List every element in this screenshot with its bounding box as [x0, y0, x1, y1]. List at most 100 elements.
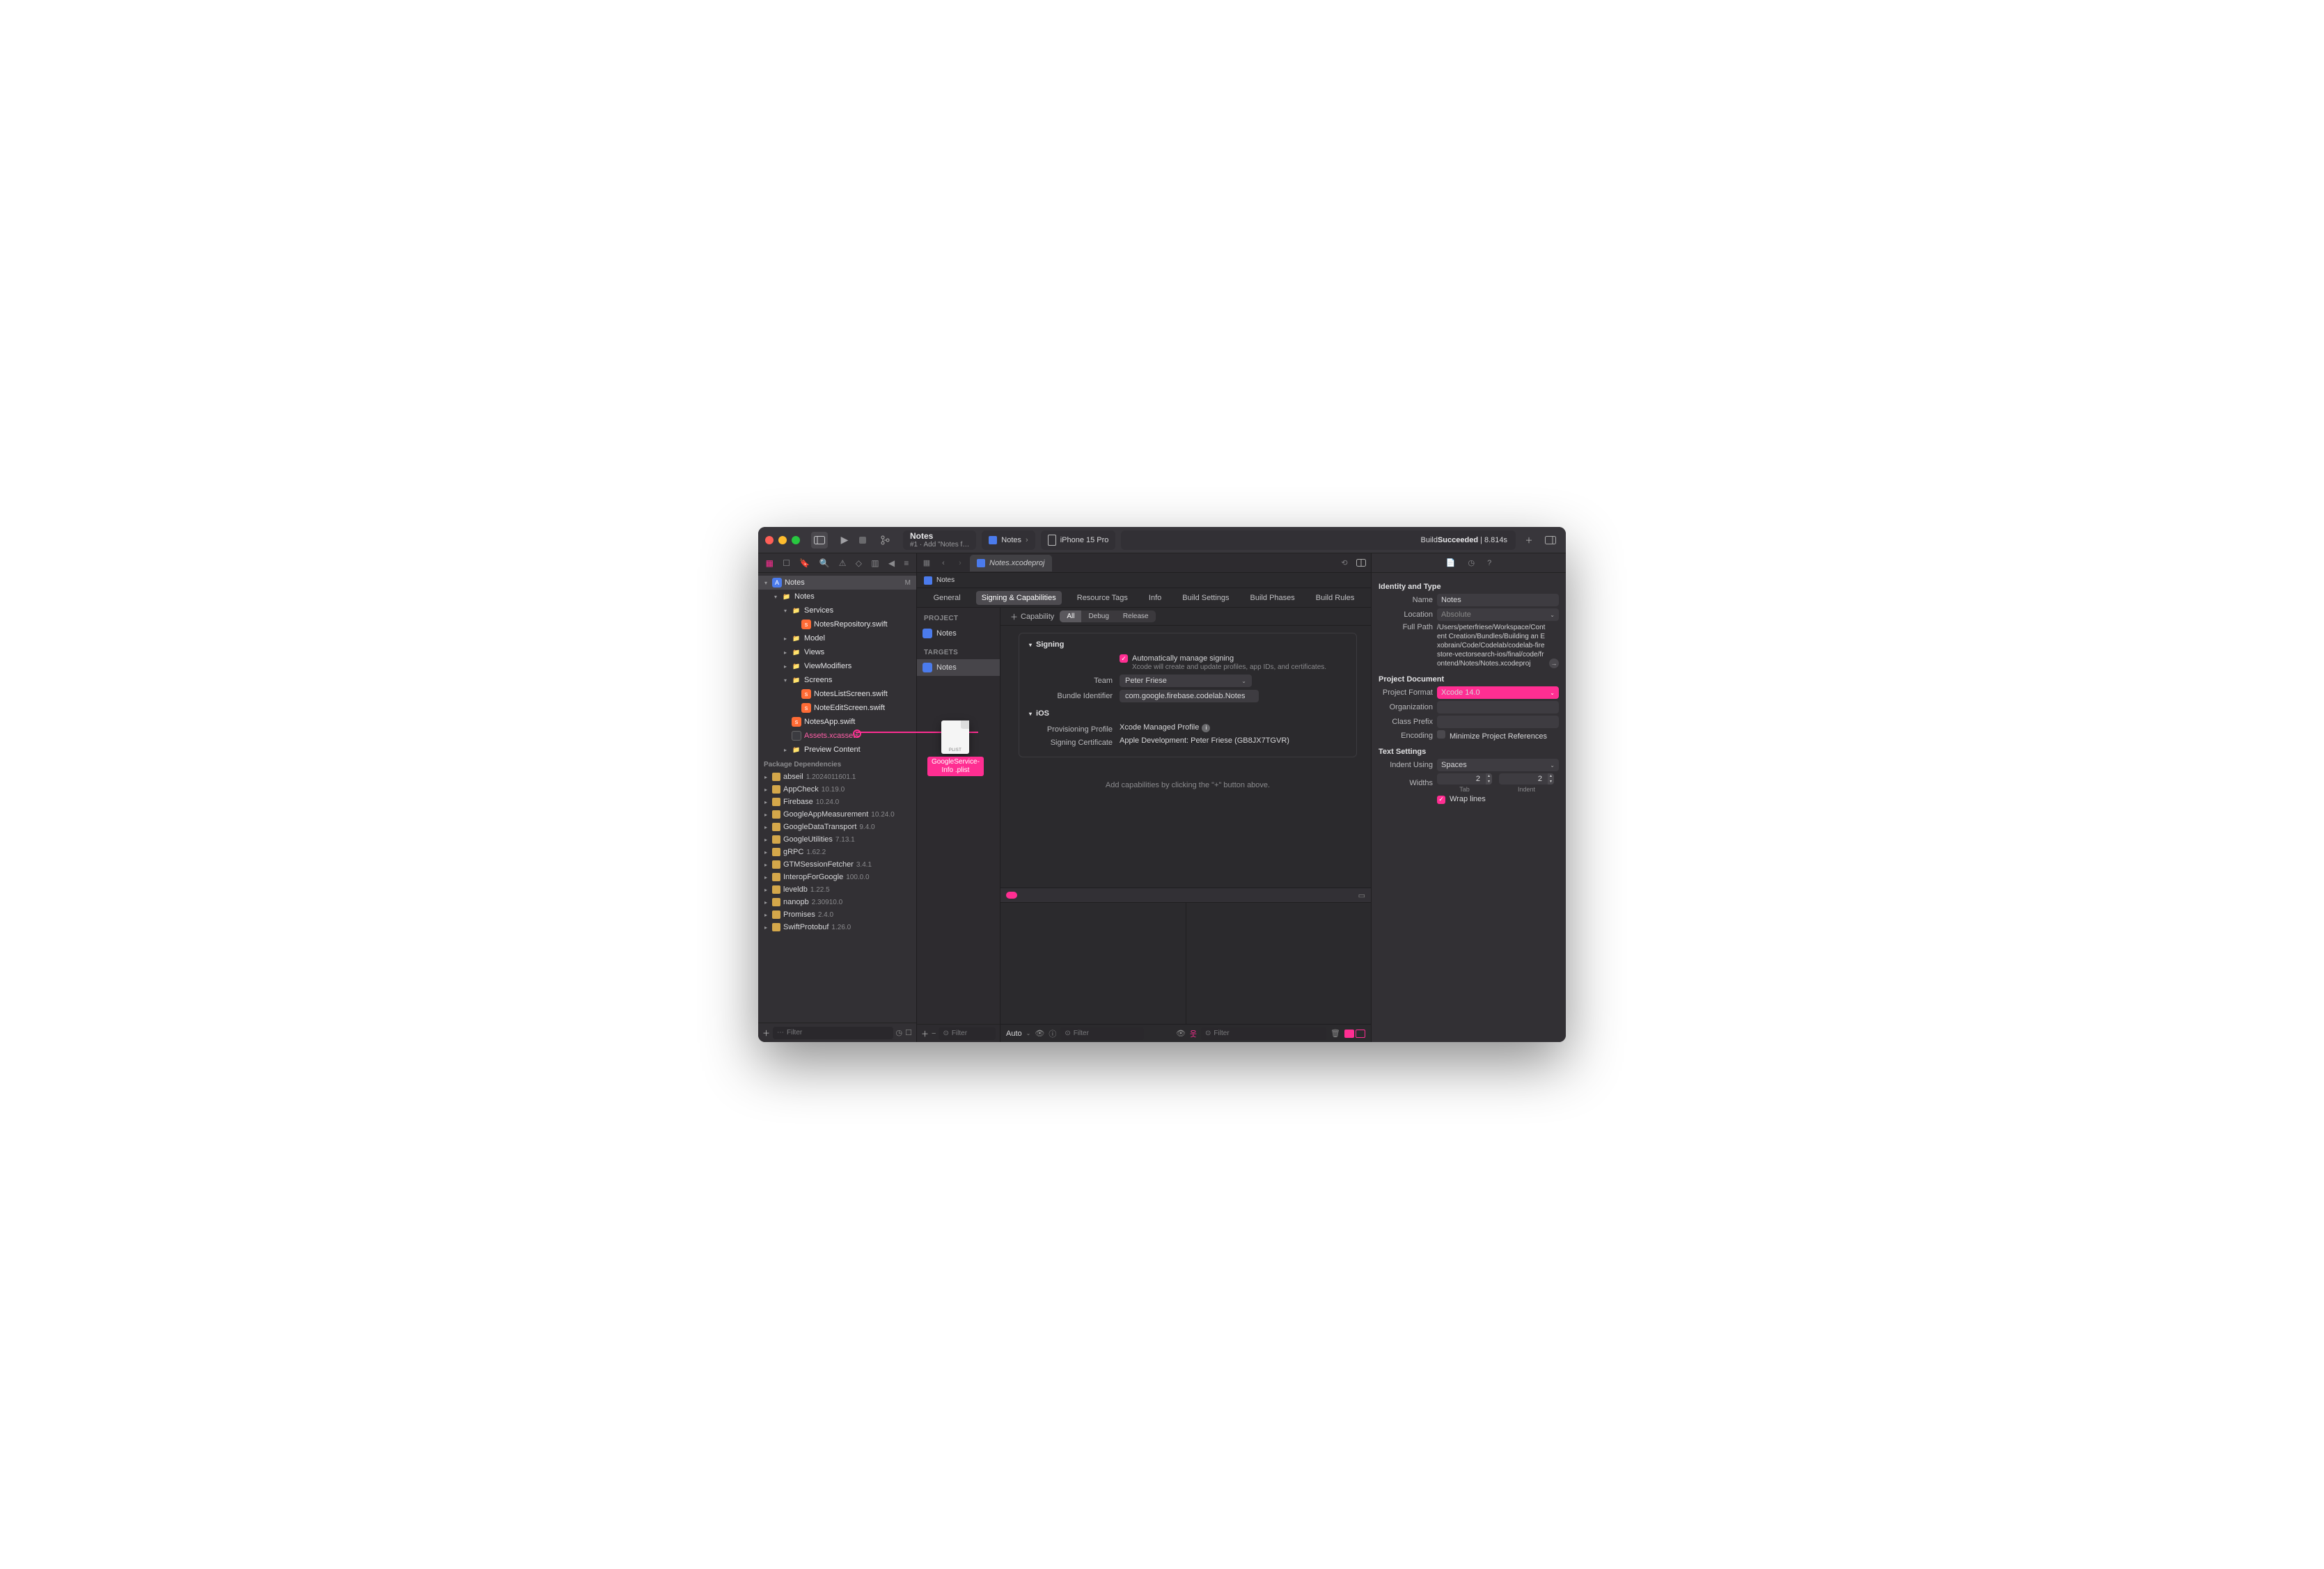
class-prefix-field[interactable] — [1437, 716, 1559, 728]
left-pane-toggle[interactable] — [1344, 1030, 1354, 1038]
project-item[interactable]: Notes — [917, 625, 1000, 642]
target-notes[interactable]: Notes — [917, 659, 1000, 676]
tab-general[interactable]: General — [928, 591, 966, 605]
activity-view[interactable]: Build Succeeded | 8.814s — [1121, 530, 1516, 550]
source-control-navigator-tab[interactable]: ☐ — [783, 558, 790, 568]
file-notes-repository[interactable]: sNotesRepository.swift — [758, 617, 916, 631]
test-navigator-tab[interactable]: ◇ — [856, 558, 862, 568]
seg-debug[interactable]: Debug — [1081, 610, 1115, 622]
toggle-navigator-button[interactable] — [811, 532, 828, 549]
file-assets[interactable]: Assets.xcassets — [758, 729, 916, 743]
add-capability-button[interactable]: ＋Capability — [1010, 611, 1054, 622]
pane-toggle[interactable] — [1344, 1030, 1365, 1038]
tab-signing[interactable]: Signing & Capabilities — [976, 591, 1062, 605]
indent-using-popup[interactable]: Spaces⌄ — [1437, 759, 1559, 771]
back-button[interactable]: ‹ — [936, 556, 950, 570]
jump-bar[interactable]: Notes — [917, 573, 1371, 588]
help-inspector-tab[interactable]: ? — [1487, 559, 1491, 567]
history-inspector-tab[interactable]: ◷ — [1468, 558, 1475, 567]
recent-filter-button[interactable]: ◷ — [896, 1028, 903, 1037]
wrap-lines-checkbox[interactable]: ✓ — [1437, 796, 1445, 804]
package-row[interactable]: ▸abseil 1.2024011601.1 — [758, 771, 916, 783]
debug-navigator-tab[interactable]: ▥ — [871, 558, 879, 568]
info-icon[interactable]: i — [1202, 724, 1210, 732]
tab-info[interactable]: Info — [1143, 591, 1167, 605]
add-editor-button[interactable]: ＋ — [1521, 533, 1537, 548]
people-icon[interactable]: 웃 — [1190, 1028, 1197, 1039]
project-navigator-tab[interactable]: ▦ — [766, 558, 774, 568]
project-format-popup[interactable]: Xcode 14.0⌄ — [1437, 686, 1559, 699]
organization-field[interactable] — [1437, 701, 1559, 713]
report-navigator-tab[interactable]: ≡ — [904, 558, 909, 568]
team-popup[interactable]: Peter Friese⌄ — [1120, 675, 1252, 687]
package-row[interactable]: ▸leveldb 1.22.5 — [758, 883, 916, 896]
bundle-id-field[interactable]: com.google.firebase.codelab.Notes — [1120, 690, 1259, 702]
add-target-button[interactable]: ＋ — [921, 1028, 929, 1039]
stop-button[interactable] — [854, 532, 871, 549]
seg-release[interactable]: Release — [1116, 610, 1156, 622]
tab-build-phases[interactable]: Build Phases — [1245, 591, 1301, 605]
forward-button[interactable]: › — [953, 556, 967, 570]
trash-icon[interactable]: 🗑 — [1330, 1029, 1340, 1038]
tab-build-settings[interactable]: Build Settings — [1177, 591, 1234, 605]
scheme-popup[interactable]: Notes › — [982, 530, 1035, 550]
scheme-selector[interactable]: Notes #1 · Add "Notes f… — [903, 530, 976, 550]
minimize-refs-checkbox[interactable] — [1437, 730, 1445, 739]
console-collapse-icon[interactable]: ▭ — [1358, 891, 1365, 900]
scm-filter-button[interactable]: ☐ — [905, 1028, 912, 1037]
auto-popup[interactable]: Auto — [1006, 1030, 1022, 1038]
tab-width-stepper[interactable]: 2▴▾ — [1437, 773, 1492, 784]
config-segmented-control[interactable]: All Debug Release — [1060, 610, 1155, 622]
ios-subgroup-title[interactable]: ▾iOS — [1029, 709, 1346, 718]
tab-build-rules[interactable]: Build Rules — [1310, 591, 1360, 605]
location-popup[interactable]: Absolute⌄ — [1437, 608, 1559, 621]
console-pane[interactable] — [1186, 903, 1372, 1024]
group-viewmodifiers[interactable]: ▸📁ViewModifiers — [758, 659, 916, 673]
refresh-icon[interactable]: ⟲ — [1337, 556, 1351, 570]
package-row[interactable]: ▸Promises 2.4.0 — [758, 908, 916, 921]
package-row[interactable]: ▸nanopb 2.30910.0 — [758, 896, 916, 908]
info-icon[interactable]: ⓘ — [1049, 1028, 1056, 1039]
package-row[interactable]: ▸GoogleAppMeasurement 10.24.0 — [758, 808, 916, 821]
remove-target-button[interactable]: − — [932, 1030, 936, 1038]
name-field[interactable]: Notes — [1437, 594, 1559, 606]
file-inspector-tab[interactable]: 📄 — [1446, 558, 1456, 567]
reveal-path-button[interactable]: → — [1549, 659, 1559, 668]
add-file-button[interactable]: ＋ — [762, 1027, 770, 1039]
console-filter-field[interactable]: ⊙Filter — [1201, 1027, 1326, 1040]
file-notes-app[interactable]: sNotesApp.swift — [758, 715, 916, 729]
scheme-branch-icon[interactable] — [877, 532, 893, 549]
auto-signing-checkbox[interactable]: ✓ — [1120, 654, 1128, 663]
indent-width-stepper[interactable]: 2▴▾ — [1499, 773, 1554, 784]
group-notes[interactable]: ▾📁Notes — [758, 590, 916, 604]
zoom-window-button[interactable] — [792, 536, 800, 544]
library-button[interactable] — [1542, 532, 1559, 549]
find-navigator-tab[interactable]: 🔍 — [819, 558, 829, 568]
package-row[interactable]: ▸GTMSessionFetcher 3.4.1 — [758, 858, 916, 871]
close-window-button[interactable] — [765, 536, 774, 544]
tab-resource-tags[interactable]: Resource Tags — [1071, 591, 1133, 605]
bookmark-navigator-tab[interactable]: 🔖 — [799, 558, 810, 568]
run-button[interactable]: ▶ — [836, 532, 853, 549]
console-tab[interactable] — [1006, 892, 1017, 899]
group-screens[interactable]: ▾📁Screens — [758, 673, 916, 687]
navigator-filter-field[interactable]: ⋯ Filter — [773, 1027, 893, 1039]
related-items-button[interactable]: ▦ — [920, 556, 934, 570]
package-row[interactable]: ▸SwiftProtobuf 1.26.0 — [758, 921, 916, 933]
tab-notes-xcodeproj[interactable]: Notes.xcodeproj — [970, 555, 1052, 571]
package-row[interactable]: ▸GoogleDataTransport 9.4.0 — [758, 821, 916, 833]
group-preview-content[interactable]: ▸📁Preview Content — [758, 743, 916, 757]
file-notes-list-screen[interactable]: sNotesListScreen.swift — [758, 687, 916, 701]
variables-pane[interactable] — [1000, 903, 1186, 1024]
right-pane-toggle[interactable] — [1356, 1030, 1365, 1038]
package-row[interactable]: ▸Firebase 10.24.0 — [758, 796, 916, 808]
group-services[interactable]: ▾📁Services — [758, 604, 916, 617]
run-destination-popup[interactable]: iPhone 15 Pro — [1041, 530, 1116, 550]
targets-filter-field[interactable]: ⊙ Filter — [939, 1027, 996, 1040]
package-row[interactable]: ▸gRPC 1.62.2 — [758, 846, 916, 858]
minimize-window-button[interactable] — [778, 536, 787, 544]
add-assistant-button[interactable] — [1354, 556, 1368, 570]
issue-navigator-tab[interactable]: ⚠ — [839, 558, 847, 568]
breakpoint-navigator-tab[interactable]: ◀ — [888, 558, 895, 568]
group-views[interactable]: ▸📁Views — [758, 645, 916, 659]
